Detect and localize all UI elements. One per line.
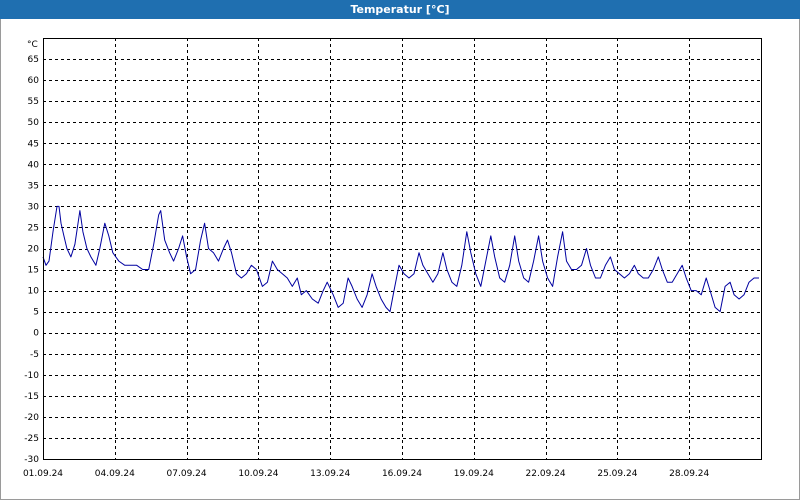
y-tick-label: 10 [28,287,40,297]
y-tick-label: 15 [28,266,39,276]
y-tick-label: 30 [28,202,40,212]
chart-panel: 65 60 55 50 45 40 35 30 25 20 15 10 5 0 -5 -10 -15 -20 -25… [0,19,800,500]
y-axis-ticks: 65605550454035302520151050-5-10-15-20-25… [24,55,39,465]
y-tick-label: -20 [24,413,39,423]
y-tick-label: 25 [28,223,39,233]
x-tick-label: 28.09.24 [669,469,709,479]
x-tick-label: 13.09.24 [310,469,350,479]
y-tick-label: 40 [28,160,40,170]
y-tick-label: 20 [28,245,40,255]
y-tick-label: -10 [24,371,39,381]
x-tick-label: 10.09.24 [238,469,278,479]
x-tick-label: 22.09.24 [526,469,566,479]
temperature-series-line [42,205,759,313]
x-tick-label: 01.09.24 [23,469,63,479]
y-tick-label: 55 [28,97,39,107]
y-tick-label: 0 [33,329,39,339]
x-tick-label: 25.09.24 [597,469,637,479]
x-tick-label: 07.09.24 [167,469,207,479]
x-tick-label: 16.09.24 [382,469,422,479]
y-axis-unit-label: °C [27,40,38,50]
y-tick-label: -15 [24,392,39,402]
chart-title: Temperatur [°C] [350,3,450,16]
temperature-line-chart: 65605550454035302520151050-5-10-15-20-25… [23,38,762,479]
y-tick-label: 50 [28,118,40,128]
chart-title-bar: Temperatur [°C] [0,0,800,19]
x-axis-ticks: 01.09.24 04.09.24 07.09.24 10.09.24 13.09.24… [23,469,710,479]
y-tick-label: 65 [28,55,39,65]
y-tick-label: -25 [24,434,39,444]
y-tick-label: -30 [24,455,39,465]
series-lines [42,205,759,313]
y-tick-label: 60 [28,76,40,86]
y-tick-label: 35 [28,181,39,191]
y-tick-label: 45 [28,139,39,149]
grid-lines [43,38,761,460]
y-tick-label: -5 [30,350,39,360]
x-tick-label: 04.09.24 [95,469,135,479]
x-tick-label: 19.09.24 [454,469,494,479]
y-tick-label: 5 [33,308,39,318]
